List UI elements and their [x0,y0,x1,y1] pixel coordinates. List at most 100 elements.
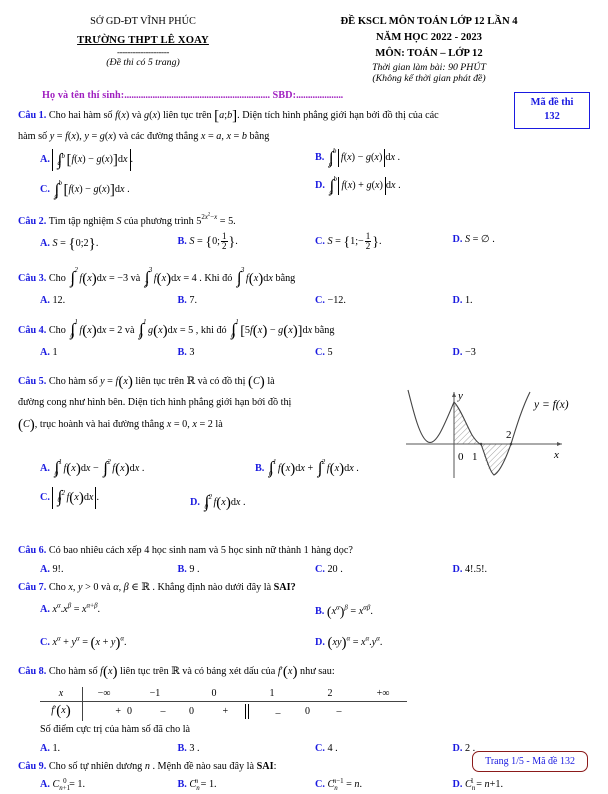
question-7-stem: Câu 7. Cho x, y > 0 và α, β ∈ ℝ . Khẳng … [18,581,296,593]
question-3-option-d[interactable]: D. 1. [453,292,591,310]
question-5-option-d-letter: D. [190,496,200,508]
question-1-option-d[interactable]: D. ∫ b a f(x) + g(x) dx . [315,175,590,203]
question-4-stem: Câu 4. Cho ∫ 1 0 f(x)dx = 2 và ∫ 1 0 g(x)dx = … [18,317,335,341]
question-1-option-c[interactable]: C. ∫ b a [f(x) − g(x)]dx . [40,177,315,203]
question-7-options-row1: A. xα.xβ = xα+β. B. (xα)β = xαβ. [18,597,590,626]
question-2-option-b[interactable]: B. S = {0; 1 2}. [178,231,316,257]
question-7-option-b[interactable]: B. (xα)β = xαβ. [315,601,590,626]
question-2-option-c[interactable]: C. S = {1;− 1 2}. [315,231,453,257]
question-5-stem-line3: (C), trục hoành và hai đường thẳng x = 0… [18,416,223,433]
question-4-options: A. 1 B. 3 C. 5 D. −3 [18,344,590,362]
question-8-option-c-value: 4 . [327,742,338,754]
question-2-option-c-expr: S = {1;− 1 2}. [327,230,382,252]
question-8-option-c[interactable]: C. 4 . [315,740,453,758]
question-4-option-b-letter: B. [177,347,187,359]
sign-table-x-label: x [40,687,83,703]
sign-cell-5-double-bar [245,704,249,720]
question-7-options-row2: C. xα + yα = (x + y)α. D. (xy)α = xα.yα. [18,626,590,656]
question-3-option-c[interactable]: C. −12. [315,292,453,310]
question-4-option-a[interactable]: A. 1 [40,344,178,362]
question-5-label: Câu 5. [18,376,47,388]
question-3-option-a[interactable]: A. 12. [40,292,178,310]
question-9-option-d-letter: D. [452,779,463,791]
question-7-option-b-expr: (xα)β = xαβ. [326,604,373,621]
sign-cell-0: + [115,706,121,718]
question-7-option-a[interactable]: A. xα.xβ = xα+β. [40,601,315,626]
question-9-option-d[interactable]: D. Cn1 = n+1. [453,776,591,794]
question-6-option-a[interactable]: A. 9!. [40,561,178,579]
question-2-option-d[interactable]: D. S = ∅ . [453,231,591,257]
question-4-option-b-value: 3 [189,347,195,359]
question-8-option-b-value: 3 . [189,742,200,754]
question-6-stem-text: Có bao nhiêu cách xếp 4 học sinh nam và … [48,545,353,557]
question-3-option-b-letter: B. [177,294,187,306]
sign-table-fprime-row: f′(x) + 0 – 0 + – 0 – [40,701,407,722]
question-5-option-d[interactable]: D. ∫ 2 0 f(x)dx . [190,486,246,521]
graph-tick-1: 1 [472,451,478,463]
question-7-sai-keyword: SAI? [273,581,296,593]
question-9-option-c[interactable]: C. Cnn−1 = n. [315,776,453,794]
question-5-option-c[interactable]: C. ∫ 2 0 f(x)dx. [40,486,190,521]
sign-cell-4: + [222,706,229,718]
question-5-options-row1: A. ∫ 1 0 f(x)dx − ∫ 2 1 f(x)dx . B. ∫ 1 0 f(x)dx … [18,454,382,486]
question-5-options-block: A. ∫ 1 0 f(x)dx − ∫ 2 1 f(x)dx . B. ∫ 1 0 f(x)dx … [0,438,400,520]
question-8-option-a-letter: A. [40,742,50,754]
question-5-option-b[interactable]: B. ∫ 1 0 f(x)dx + ∫ 2 1 f(x)dx . [255,454,359,486]
question-9-option-a-letter: A. [40,779,50,791]
question-1-option-b[interactable]: B. ∫ b a f(x) − g(x) dx . [315,147,590,171]
sign-table: x −∞ −1 0 1 2 +∞ f′(x) + 0 – 0 + – 0 – [40,687,407,722]
question-1-option-c-letter: C. [40,184,50,196]
tick-dot-2 [509,442,513,446]
question-2-label: Câu 2. [18,215,47,227]
question-5-option-a[interactable]: A. ∫ 1 0 f(x)dx − ∫ 2 1 f(x)dx . [40,454,255,486]
question-1-label: Câu 1. [18,109,47,121]
question-4-option-d[interactable]: D. −3 [453,344,591,362]
question-6-option-c-letter: C. [315,563,325,575]
sign-table-x-4: 2 [301,687,359,703]
y-axis-arrow [452,392,456,397]
question-8-option-d-letter: D. [452,742,463,754]
question-2: Câu 2. Tìm tập nghiệm S của phương trình… [0,204,608,258]
question-4-option-c[interactable]: C. 5 [315,344,453,362]
question-8-label: Câu 8. [18,665,47,677]
candidate-sbd-blank[interactable]: .................... [296,90,343,101]
question-2-stem: Câu 2. Tìm tập nghiệm S của phương trình… [18,213,590,231]
question-6-option-d[interactable]: D. 4!.5!. [453,561,591,579]
pages-note: (Đề thi có 5 trang) [106,56,180,68]
question-6-option-c[interactable]: C. 20 . [315,561,453,579]
question-5: Câu 5. Cho hàm số y = f(x) liên tục trên… [0,362,400,437]
question-5-option-b-expr: ∫ 1 0 f(x)dx + ∫ 2 1 f(x)dx . [268,458,359,478]
question-2-option-a[interactable]: A. S = {0;2}. [40,231,178,257]
question-6-option-a-letter: A. [40,563,50,575]
question-4-option-b[interactable]: B. 3 [178,344,316,362]
sign-table-x-row: x −∞ −1 0 1 2 +∞ [40,687,407,703]
question-1-option-a[interactable]: A. ∫ b a [f(x) − g(x)]dx. [40,149,315,172]
question-4-option-a-letter: A. [40,347,50,359]
question-3-option-a-letter: A. [40,294,50,306]
question-6-option-c-value: 20 . [327,563,343,575]
question-9-option-c-expr: Cnn−1 = n. [327,777,363,793]
question-3-option-b[interactable]: B. 7. [178,292,316,310]
question-5-options-row2: C. ∫ 2 0 f(x)dx. D. ∫ 2 0 f(x)dx . [18,486,382,521]
candidate-name-blank[interactable]: ........................................… [124,90,270,101]
question-8: Câu 8. Cho hàm số f(x) liên tục trên ℝ v… [0,656,608,758]
school-name: TRƯỜNG THPT LÊ XOAY [77,34,209,46]
question-6-option-b[interactable]: B. 9 . [178,561,316,579]
question-7-option-b-letter: B. [315,606,325,618]
question-6-option-b-value: 9 . [189,563,200,575]
question-9-option-b[interactable]: B. Cnn = 1. [178,776,316,794]
candidate-name-label: Họ và tên thí sinh: [42,89,125,101]
question-9-option-b-letter: B. [177,779,187,791]
question-8-option-a[interactable]: A. 1. [40,740,178,758]
question-8-option-b[interactable]: B. 3 . [178,740,316,758]
question-7-option-d[interactable]: D. (xy)α = xα.yα. [315,630,590,656]
question-7-option-c[interactable]: C. xα + yα = (x + y)α. [40,630,315,656]
question-9-option-a[interactable]: A. Cn+10 = 1. [40,776,178,794]
exam-title: ĐỀ KSCL MÔN TOÁN LỚP 12 LẦN 4 [340,16,518,27]
question-9-sai-keyword: SAI [256,760,274,772]
sign-cell-7: 0 [305,706,310,718]
question-6-option-b-letter: B. [177,563,187,575]
sign-table-x-3: 1 [243,687,301,703]
question-4-value-g: 5 [188,324,194,336]
sign-table-x-2: 0 [185,687,243,703]
